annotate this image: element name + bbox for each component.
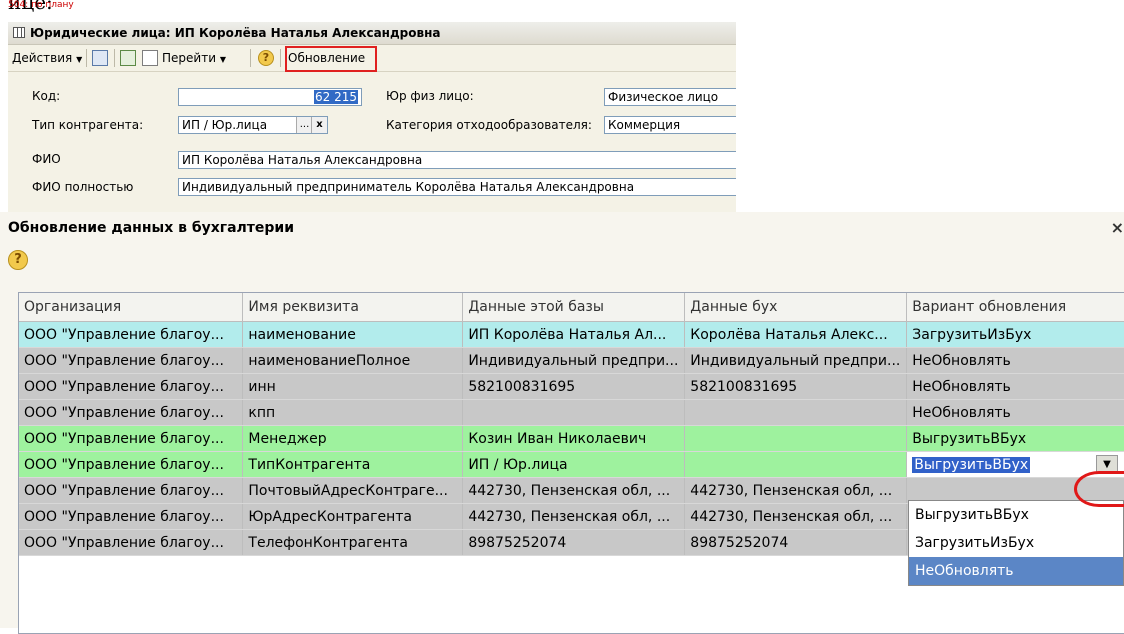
- table-row[interactable]: ООО "Управление благоу... наименование И…: [19, 321, 1124, 348]
- window-title: Юридические лица: ИП Королёва Наталья Ал…: [30, 26, 441, 40]
- org-cell: ООО "Управление благоу...: [19, 373, 244, 400]
- attribute-cell: наименование: [242, 321, 464, 348]
- local-data-cell: [462, 399, 686, 426]
- table-row[interactable]: ООО "Управление благоу... ТипКонтрагента…: [19, 451, 1124, 478]
- fio-full-label: ФИО полностью: [32, 180, 134, 194]
- column-header-organization[interactable]: Организация: [19, 293, 244, 322]
- variant-cell[interactable]: НеОбновлять: [906, 373, 1124, 400]
- table-row[interactable]: ООО "Управление благоу... инн 5821008316…: [19, 373, 1124, 400]
- goto-menu[interactable]: Перейти ▼: [162, 50, 226, 66]
- org-cell: ООО "Управление благоу...: [19, 477, 244, 504]
- org-cell: ООО "Управление благоу...: [19, 503, 244, 530]
- table-row[interactable]: ООО "Управление благоу... кпп НеОбновлят…: [19, 399, 1124, 426]
- table-row[interactable]: ООО "Управление благоу... Менеджер Козин…: [19, 425, 1124, 452]
- toolbar-divider: [114, 49, 115, 67]
- attribute-cell: Менеджер: [242, 425, 464, 452]
- table-header: Организация Имя реквизита Данные этой ба…: [19, 293, 1124, 322]
- legal-type-label: Юр физ лицо:: [386, 89, 474, 103]
- buh-data-cell: 89875252074: [684, 529, 908, 556]
- dropdown-option-selected[interactable]: НеОбновлять: [909, 557, 1123, 585]
- toolbar-divider: [86, 49, 87, 67]
- chevron-down-icon: ▼: [76, 55, 83, 64]
- buh-data-cell: [684, 451, 908, 478]
- close-icon[interactable]: ×: [1111, 218, 1124, 237]
- attribute-cell: кпп: [242, 399, 464, 426]
- local-data-cell: 442730, Пензенская обл, ...: [462, 503, 686, 530]
- column-header-update-variant[interactable]: Вариант обновления: [906, 293, 1124, 322]
- table-row[interactable]: ООО "Управление благоу... наименованиеПо…: [19, 347, 1124, 374]
- table-icon: [13, 27, 25, 38]
- code-field[interactable]: 62 215: [178, 88, 362, 106]
- attribute-cell: ТелефонКонтрагента: [242, 529, 464, 556]
- buh-data-cell: Королёва Наталья Алекс...: [684, 321, 908, 348]
- window-title-bar: Юридические лица: ИП Королёва Наталья Ал…: [8, 22, 736, 45]
- org-cell: ООО "Управление благоу...: [19, 529, 244, 556]
- local-data-cell: ИП Королёва Наталья Ал...: [462, 321, 686, 348]
- buh-data-cell: [684, 399, 908, 426]
- attribute-cell: ПочтовыйАдресКонтраге...: [242, 477, 464, 504]
- counterparty-type-field[interactable]: ИП / Юр.лица ... x: [178, 116, 328, 134]
- buh-data-cell: 582100831695: [684, 373, 908, 400]
- local-data-cell: Козин Иван Николаевич: [462, 425, 686, 452]
- highlight-box: [285, 46, 377, 72]
- local-data-cell: Индивидуальный предпри...: [462, 347, 686, 374]
- legal-type-field[interactable]: Физическое лицо: [604, 88, 736, 106]
- toolbar-divider: [250, 49, 251, 67]
- toolbar-divider: [280, 49, 281, 67]
- document-icon[interactable]: [142, 50, 158, 66]
- variant-cell[interactable]: ЗагрузитьИзБух: [906, 321, 1124, 348]
- fio-label: ФИО: [32, 152, 61, 166]
- buh-data-cell: Индивидуальный предпри...: [684, 347, 908, 374]
- attribute-cell: наименованиеПолное: [242, 347, 464, 374]
- fio-field[interactable]: ИП Королёва Наталья Александровна: [178, 151, 736, 169]
- variant-edit-value[interactable]: ВыгрузитьВБух: [912, 456, 1031, 473]
- variant-cell[interactable]: ВыгрузитьВБух: [906, 425, 1124, 452]
- org-cell: ООО "Управление благоу...: [19, 399, 244, 426]
- local-data-cell: 442730, Пензенская обл, ...: [462, 477, 686, 504]
- actions-label: Действия: [12, 51, 73, 65]
- buh-data-cell: 442730, Пензенская обл, ...: [684, 503, 908, 530]
- waste-category-label: Категория отходообразователя:: [386, 118, 592, 132]
- org-cell: ООО "Управление благоу...: [19, 451, 244, 478]
- cropped-red-text: 504: по плану: [8, 0, 74, 10]
- column-header-local-data[interactable]: Данные этой базы: [462, 293, 686, 322]
- variant-cell[interactable]: НеОбновлять: [906, 399, 1124, 426]
- org-cell: ООО "Управление благоу...: [19, 425, 244, 452]
- counterparty-type-value: ИП / Юр.лица: [182, 118, 268, 132]
- variant-dropdown-list: ВыгрузитьВБух ЗагрузитьИзБух НеОбновлять: [908, 500, 1124, 586]
- highlight-ellipse: [1074, 471, 1124, 507]
- help-icon[interactable]: ?: [8, 250, 28, 270]
- chevron-down-icon: ▼: [1103, 459, 1111, 470]
- column-header-buh-data[interactable]: Данные бух: [684, 293, 908, 322]
- attribute-cell: инн: [242, 373, 464, 400]
- counterparty-type-label: Тип контрагента:: [32, 118, 144, 132]
- chevron-down-icon: ▼: [219, 55, 226, 64]
- buh-data-cell: 442730, Пензенская обл, ...: [684, 477, 908, 504]
- local-data-cell: ИП / Юр.лица: [462, 451, 686, 478]
- local-data-cell: 89875252074: [462, 529, 686, 556]
- org-cell: ООО "Управление благоу...: [19, 321, 244, 348]
- attribute-cell: ЮрАдресКонтрагента: [242, 503, 464, 530]
- actions-menu[interactable]: Действия ▼: [12, 50, 82, 66]
- fio-full-field[interactable]: Индивидуальный предприниматель Королёва …: [178, 178, 736, 196]
- waste-category-field[interactable]: Коммерция: [604, 116, 736, 134]
- attribute-cell: ТипКонтрагента: [242, 451, 464, 478]
- variant-cell[interactable]: НеОбновлять: [906, 347, 1124, 374]
- goto-label: Перейти: [162, 51, 216, 65]
- buh-data-cell: [684, 425, 908, 452]
- refresh-icon[interactable]: [120, 50, 136, 66]
- code-label: Код:: [32, 89, 61, 103]
- legal-entity-window: Юридические лица: ИП Королёва Наталья Ал…: [8, 22, 736, 212]
- code-value: 62 215: [314, 90, 358, 104]
- select-button[interactable]: ...: [296, 117, 312, 133]
- column-header-attribute[interactable]: Имя реквизита: [242, 293, 464, 322]
- save-icon[interactable]: [92, 50, 108, 66]
- window-title: Обновление данных в бухгалтерии: [8, 220, 295, 236]
- local-data-cell: 582100831695: [462, 373, 686, 400]
- help-icon[interactable]: ?: [258, 50, 274, 66]
- clear-icon[interactable]: x: [311, 117, 327, 133]
- dropdown-option[interactable]: ЗагрузитьИзБух: [909, 529, 1123, 557]
- org-cell: ООО "Управление благоу...: [19, 347, 244, 374]
